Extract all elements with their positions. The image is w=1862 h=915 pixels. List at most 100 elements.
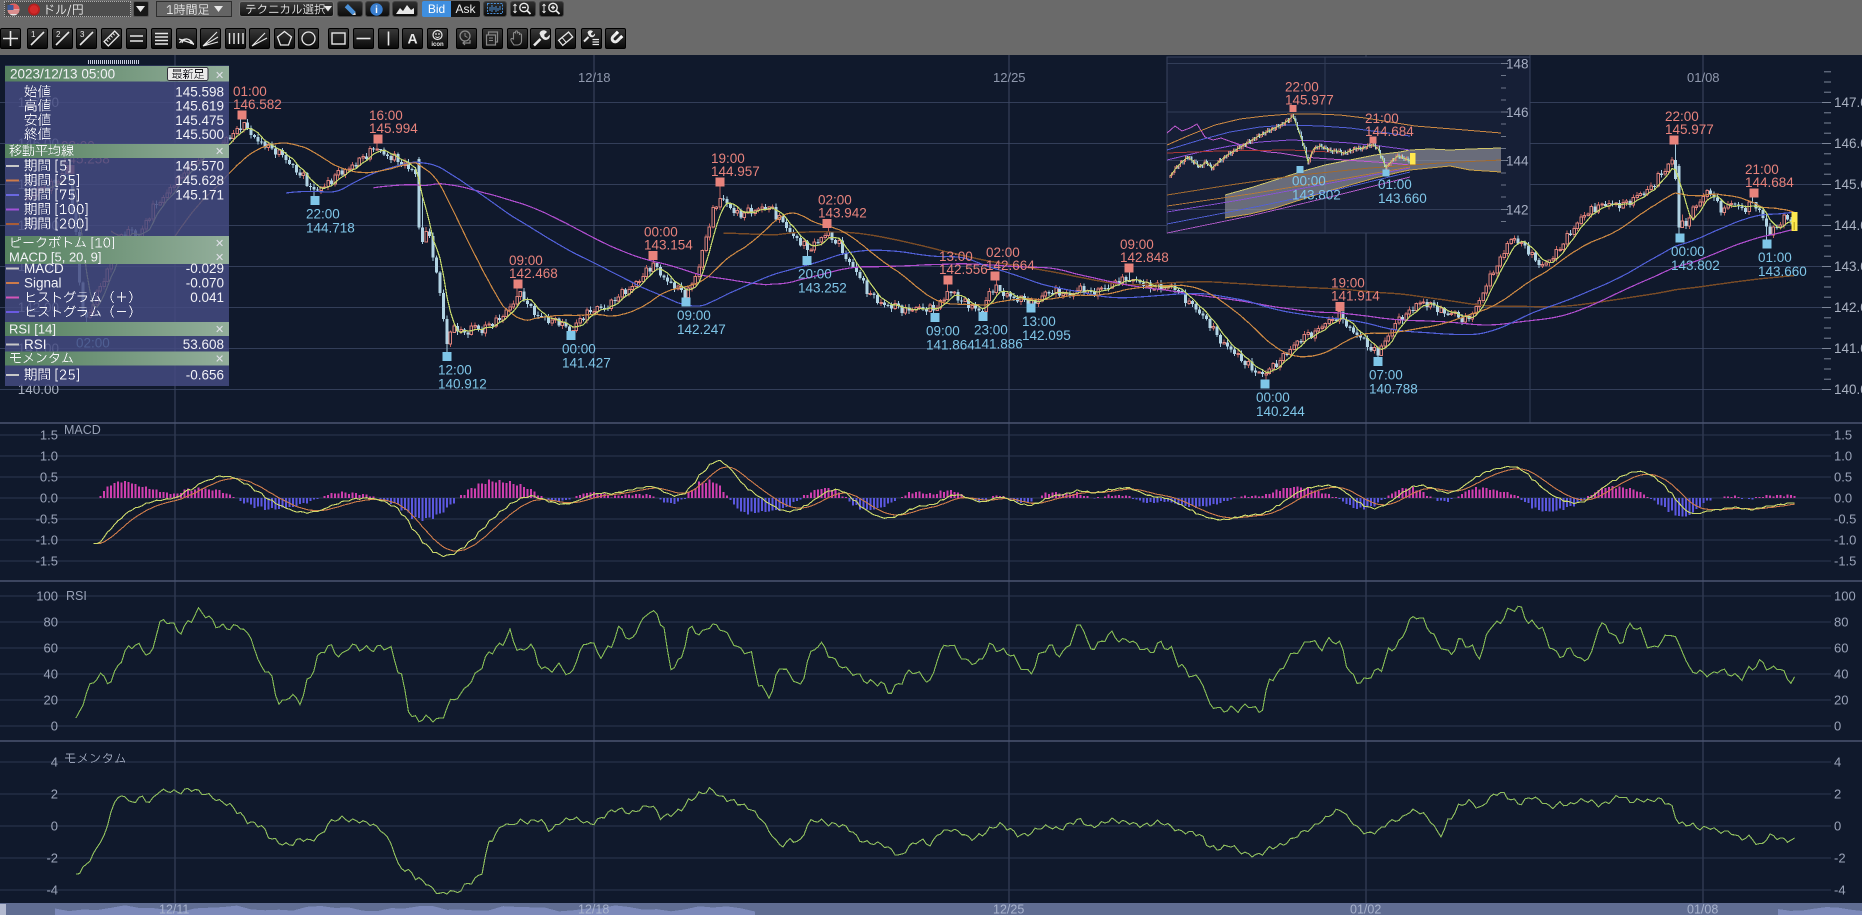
svg-text:143.942: 143.942 — [818, 205, 867, 220]
svg-text:2: 2 — [51, 787, 58, 802]
svg-text:145.977: 145.977 — [1285, 93, 1334, 108]
svg-text:140.244: 140.244 — [1256, 404, 1305, 419]
svg-text:145.00: 145.00 — [1834, 177, 1862, 192]
svg-text:00:00: 00:00 — [1256, 390, 1290, 405]
svg-text:RSI [14]: RSI [14] — [9, 321, 56, 336]
svg-text:RSI: RSI — [66, 589, 87, 603]
svg-text:00:00: 00:00 — [1671, 244, 1705, 259]
svg-text:-0.5: -0.5 — [36, 512, 58, 527]
svg-text:2: 2 — [56, 30, 61, 39]
svg-text:147.00: 147.00 — [1834, 95, 1862, 110]
svg-text:60: 60 — [44, 641, 58, 656]
svg-text:1.0: 1.0 — [40, 449, 58, 464]
svg-text:143.252: 143.252 — [798, 281, 847, 296]
svg-text:143.154: 143.154 — [644, 238, 693, 253]
svg-text:0: 0 — [51, 719, 58, 734]
svg-text:01/08: 01/08 — [1687, 70, 1720, 85]
svg-text:145.977: 145.977 — [1665, 122, 1714, 137]
svg-text:MACD: MACD — [24, 261, 64, 276]
svg-text:0: 0 — [51, 819, 58, 834]
svg-text:1: 1 — [31, 30, 36, 39]
svg-text:144.00: 144.00 — [1834, 218, 1862, 233]
svg-text:01:00: 01:00 — [1378, 177, 1412, 192]
svg-text:-2: -2 — [1834, 851, 1846, 866]
svg-text:144: 144 — [1506, 154, 1529, 169]
svg-text:✕: ✕ — [215, 324, 224, 336]
svg-text:12/18: 12/18 — [578, 70, 611, 85]
svg-text:142.095: 142.095 — [1022, 328, 1071, 343]
svg-text:40: 40 — [1834, 667, 1848, 682]
svg-text:✕: ✕ — [215, 146, 224, 158]
svg-text:4: 4 — [1834, 755, 1841, 770]
svg-text:145.598: 145.598 — [175, 85, 224, 100]
svg-text:60: 60 — [1834, 641, 1848, 656]
svg-text:-4: -4 — [1834, 883, 1846, 898]
svg-text:09:00: 09:00 — [926, 324, 960, 339]
svg-text:1.0: 1.0 — [1834, 449, 1852, 464]
svg-text:RSI: RSI — [24, 337, 47, 352]
svg-text:141.914: 141.914 — [1331, 289, 1380, 304]
svg-text:0: 0 — [1834, 819, 1841, 834]
svg-text:09:00: 09:00 — [677, 308, 711, 323]
svg-text:22:00: 22:00 — [306, 207, 340, 222]
svg-text:12/25: 12/25 — [993, 70, 1026, 85]
svg-text:-1.0: -1.0 — [36, 533, 58, 548]
svg-text:145.619: 145.619 — [175, 99, 224, 114]
svg-text:145.570: 145.570 — [175, 159, 224, 174]
svg-text:142.00: 142.00 — [1834, 300, 1862, 315]
svg-text:2023/12/13 05:00: 2023/12/13 05:00 — [10, 67, 115, 82]
svg-text:01/08: 01/08 — [1687, 903, 1718, 915]
svg-text:20: 20 — [44, 693, 58, 708]
svg-text:20:00: 20:00 — [798, 267, 832, 282]
svg-text:0.0: 0.0 — [40, 491, 58, 506]
svg-text:143.802: 143.802 — [1671, 258, 1720, 273]
svg-text:-1.0: -1.0 — [1834, 533, 1856, 548]
svg-text:142.556: 142.556 — [939, 262, 988, 277]
svg-text:146: 146 — [1506, 105, 1529, 120]
svg-text:-0.029: -0.029 — [186, 261, 224, 276]
svg-text:-4: -4 — [46, 883, 58, 898]
svg-text:145.994: 145.994 — [369, 121, 418, 136]
svg-text:4: 4 — [51, 755, 58, 770]
svg-text:142.468: 142.468 — [509, 266, 558, 281]
svg-text:145.475: 145.475 — [175, 113, 224, 128]
svg-text:00:00: 00:00 — [562, 341, 596, 356]
svg-text:143.00: 143.00 — [1834, 259, 1862, 274]
svg-text:142.247: 142.247 — [677, 322, 726, 337]
svg-text:0.5: 0.5 — [1834, 470, 1852, 485]
svg-text:07:00: 07:00 — [1369, 368, 1403, 383]
svg-text:12:00: 12:00 — [438, 363, 472, 378]
svg-text:-0.656: -0.656 — [186, 368, 224, 383]
svg-text:40: 40 — [44, 667, 58, 682]
svg-text:141.00: 141.00 — [1834, 341, 1862, 356]
svg-text:✕: ✕ — [215, 354, 224, 366]
svg-text:0.041: 0.041 — [190, 290, 224, 305]
svg-text:i: i — [375, 5, 378, 16]
svg-text:13:00: 13:00 — [1022, 314, 1056, 329]
svg-text:140.788: 140.788 — [1369, 382, 1418, 397]
svg-text:142: 142 — [1506, 202, 1529, 217]
svg-text:144.957: 144.957 — [711, 164, 760, 179]
svg-text:-0.070: -0.070 — [186, 276, 224, 291]
svg-text:143.660: 143.660 — [1758, 264, 1807, 279]
svg-text:143.660: 143.660 — [1378, 191, 1427, 206]
svg-text:148: 148 — [1506, 57, 1529, 72]
svg-text:✕: ✕ — [215, 70, 224, 82]
svg-text:140.00: 140.00 — [1834, 382, 1862, 397]
svg-text:23:00: 23:00 — [974, 323, 1008, 338]
svg-text:142.848: 142.848 — [1120, 250, 1169, 265]
svg-text:141.864: 141.864 — [926, 338, 975, 353]
svg-text:141.427: 141.427 — [562, 355, 611, 370]
svg-text:-1.5: -1.5 — [36, 554, 58, 569]
svg-text:144.684: 144.684 — [1745, 175, 1794, 190]
svg-text:01/02: 01/02 — [1350, 903, 1381, 915]
svg-text:0.0: 0.0 — [1834, 491, 1852, 506]
svg-text:143.802: 143.802 — [1292, 188, 1341, 203]
svg-text:Signal: Signal — [24, 276, 62, 291]
svg-text:-2: -2 — [46, 851, 58, 866]
svg-text:100: 100 — [36, 589, 58, 604]
svg-text:145.171: 145.171 — [175, 188, 224, 203]
svg-text:0.5: 0.5 — [40, 470, 58, 485]
svg-text:142.664: 142.664 — [986, 258, 1035, 273]
svg-text:144.718: 144.718 — [306, 221, 355, 236]
